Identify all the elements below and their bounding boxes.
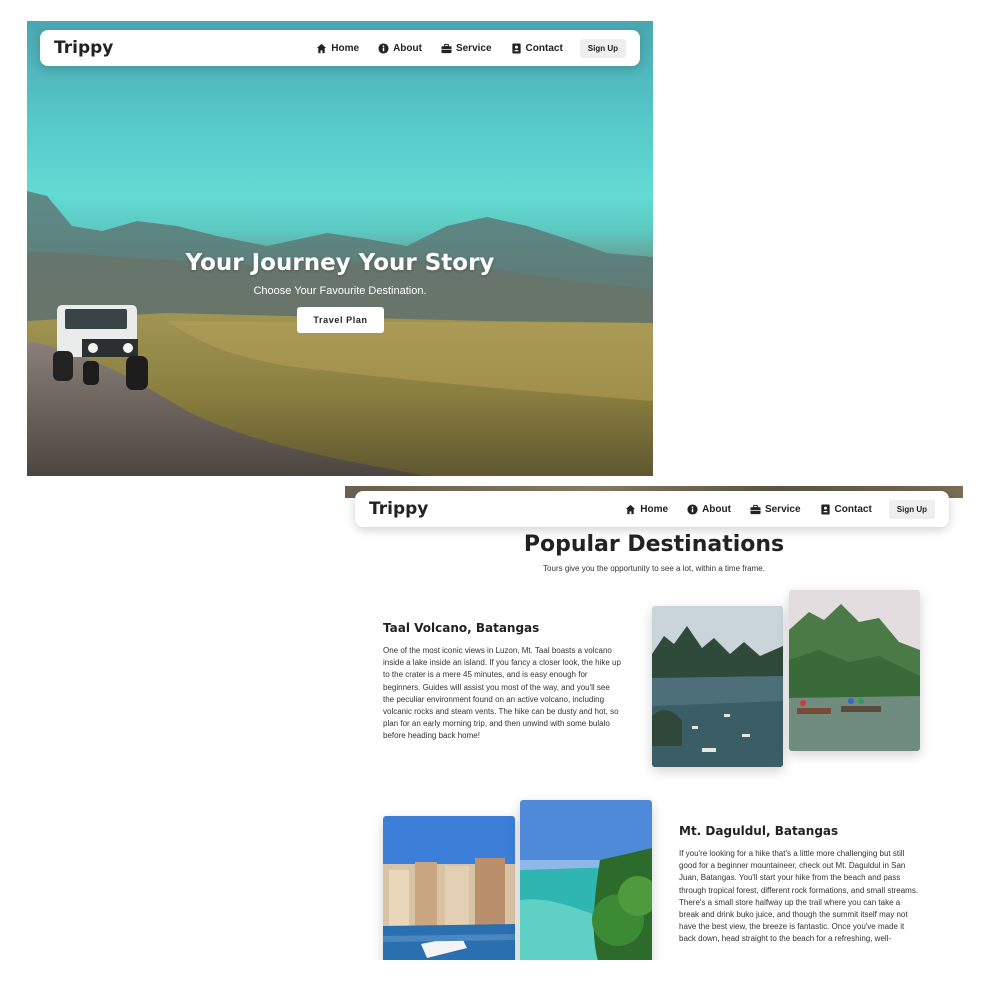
info-icon: [687, 503, 698, 515]
signup-button[interactable]: Sign Up: [888, 499, 935, 519]
contact-book-icon: [820, 503, 830, 515]
nav-home-label: Home: [640, 503, 669, 515]
destination-title: Taal Volcano, Batangas: [383, 621, 540, 635]
nav-contact-label: Contact: [525, 42, 563, 54]
nav-home[interactable]: Home: [316, 43, 359, 54]
hero-title: Your Journey Your Story: [185, 250, 495, 276]
nav-service[interactable]: Service: [750, 504, 801, 515]
destination-description: If you're looking for a hike that's a li…: [679, 849, 919, 944]
nav-service-label: Service: [764, 503, 801, 515]
briefcase-icon: [750, 504, 761, 514]
nav-service-label: Service: [455, 42, 492, 54]
hero-screenshot: Trippy Home About Service Contact Sign U…: [27, 21, 653, 476]
contact-book-icon: [511, 42, 521, 54]
destination-photo: [652, 606, 783, 767]
destination-description: One of the most iconic views in Luzon, M…: [383, 646, 621, 741]
nav-about[interactable]: About: [378, 43, 422, 54]
section-title: Popular Destinations: [523, 532, 785, 557]
nav-home-label: Home: [331, 42, 360, 54]
nav-contact[interactable]: Contact: [511, 43, 563, 54]
brand-logo[interactable]: Trippy: [369, 499, 428, 519]
info-icon: [378, 42, 389, 54]
hero-subtitle: Choose Your Favourite Destination.: [253, 285, 427, 297]
destinations-screenshot: Trippy Home About Service Contact Sign U…: [345, 486, 963, 960]
nav-contact-label: Contact: [834, 503, 872, 515]
nav-about-label: About: [702, 503, 731, 515]
home-icon: [317, 43, 327, 53]
brand-logo[interactable]: Trippy: [54, 38, 113, 58]
travel-plan-button[interactable]: Travel Plan: [297, 307, 384, 333]
nav-contact[interactable]: Contact: [820, 504, 872, 515]
destination-title: Mt. Daguldul, Batangas: [679, 824, 839, 838]
home-icon: [626, 504, 636, 514]
destination-photo: [520, 800, 652, 960]
nav-about[interactable]: About: [687, 504, 731, 515]
briefcase-icon: [441, 43, 452, 53]
hero-background-image: [27, 191, 653, 476]
nav-about-label: About: [393, 42, 422, 54]
nav-links: Home About Service Contact Sign Up: [297, 38, 626, 58]
signup-button[interactable]: Sign Up: [579, 38, 626, 58]
section-subtitle: Tours give you the opportunity to see a …: [543, 564, 765, 573]
destinations-navbar: Trippy Home About Service Contact Sign U…: [355, 491, 949, 527]
destination-photo: [383, 816, 515, 960]
nav-links: Home About Service Contact Sign Up: [606, 499, 935, 519]
nav-service[interactable]: Service: [441, 43, 492, 54]
nav-home[interactable]: Home: [625, 504, 668, 515]
hero-navbar: Trippy Home About Service Contact Sign U…: [40, 30, 640, 66]
destination-photo: [789, 590, 920, 751]
